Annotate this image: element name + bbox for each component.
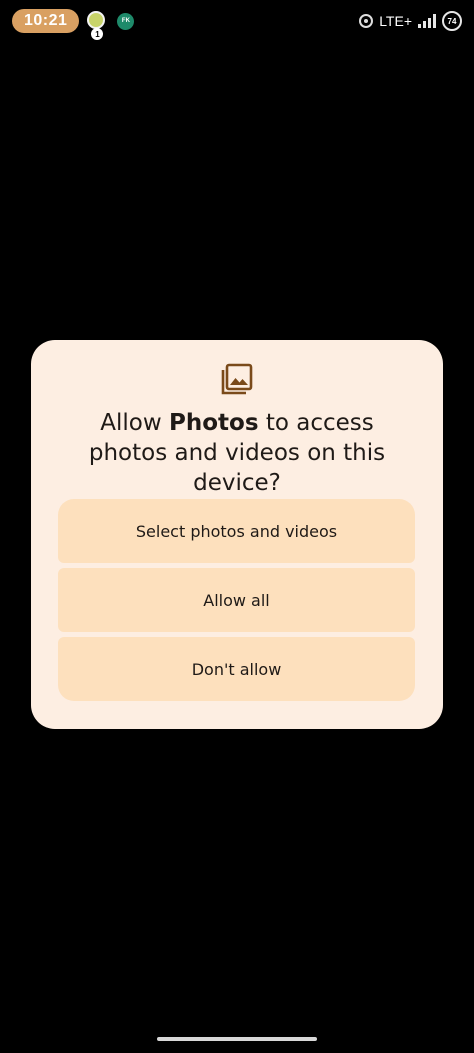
home-indicator[interactable] [157, 1037, 317, 1041]
notification-fk-icon: FK [117, 12, 135, 30]
status-time: 10:21 [12, 9, 80, 33]
title-app-name: Photos [168, 410, 259, 436]
allow-all-button[interactable]: Allow all [58, 568, 415, 632]
signal-strength-icon [418, 14, 436, 28]
battery-icon: 74 [442, 11, 462, 31]
notification-circle-icon [87, 11, 106, 29]
status-bar: 10:21 1 FK LTE+ 74 [0, 0, 474, 42]
photo-library-icon [221, 363, 253, 395]
dont-allow-button[interactable]: Don't allow [58, 637, 415, 701]
notification-app-icon: 1 [87, 11, 107, 40]
permission-dialog: Allow Photos to access photos and videos… [31, 340, 443, 729]
notification-badge: 1 [91, 28, 104, 40]
dialog-title: Allow Photos to access photos and videos… [59, 408, 415, 498]
select-photos-button[interactable]: Select photos and videos [58, 499, 415, 563]
hotspot-icon [359, 14, 374, 28]
title-prefix: Allow [100, 410, 169, 436]
network-type: LTE+ [379, 13, 412, 29]
status-right: LTE+ 74 [359, 11, 462, 31]
screen: 10:21 1 FK LTE+ 74 Allow Photos to acces… [0, 0, 474, 1053]
